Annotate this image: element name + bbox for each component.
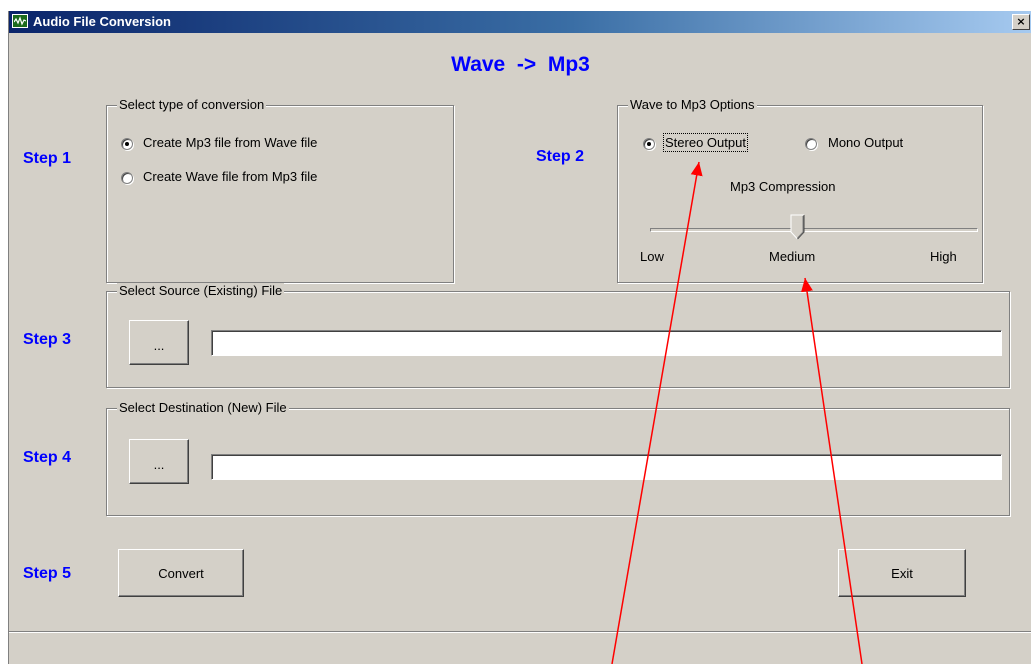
title-bar[interactable]: Audio File Conversion × xyxy=(9,11,1031,33)
page-heading: Wave -> Mp3 xyxy=(451,53,590,76)
stereo-output-label[interactable]: Stereo Output xyxy=(663,133,748,152)
compression-slider-track[interactable] xyxy=(650,228,978,232)
conversion-type-group: Select type of conversion Create Mp3 fil… xyxy=(106,97,454,283)
step-1-label: Step 1 xyxy=(23,150,72,167)
wave-from-mp3-radio[interactable] xyxy=(121,172,133,184)
destination-path-input[interactable] xyxy=(211,454,1002,480)
source-file-group: Select Source (Existing) File ... xyxy=(106,283,1010,388)
source-file-legend: Select Source (Existing) File xyxy=(117,283,285,298)
step-4-label: Step 4 xyxy=(23,449,72,466)
mono-output-radio[interactable] xyxy=(805,138,817,150)
conversion-type-legend: Select type of conversion xyxy=(117,97,267,112)
wave-from-mp3-label[interactable]: Create Wave file from Mp3 file xyxy=(143,169,317,184)
waveform-icon xyxy=(12,14,28,28)
destination-file-group: Select Destination (New) File ... xyxy=(106,400,1010,516)
step-5-label: Step 5 xyxy=(23,565,72,582)
compression-slider-thumb[interactable] xyxy=(790,214,806,240)
slider-medium-label: Medium xyxy=(769,249,816,264)
destination-browse-button[interactable]: ... xyxy=(129,439,189,484)
app-window: Audio File Conversion × Wave -> Mp3 Step… xyxy=(8,11,1031,664)
step-3-label: Step 3 xyxy=(23,331,72,348)
mp3-compression-label: Mp3 Compression xyxy=(730,179,836,194)
mp3-from-wave-radio[interactable] xyxy=(121,138,133,150)
source-browse-button[interactable]: ... xyxy=(129,320,189,365)
exit-button[interactable]: Exit xyxy=(838,549,966,597)
mono-output-label[interactable]: Mono Output xyxy=(828,135,903,150)
destination-file-legend: Select Destination (New) File xyxy=(117,400,289,415)
window-title: Audio File Conversion xyxy=(33,14,171,29)
slider-high-label: High xyxy=(930,249,957,264)
source-path-input[interactable] xyxy=(211,330,1002,356)
step-2-label: Step 2 xyxy=(536,148,585,165)
slider-low-label: Low xyxy=(640,249,664,264)
mp3-options-group: Wave to Mp3 Options Stereo Output Mono O… xyxy=(617,97,983,283)
close-button[interactable]: × xyxy=(1012,14,1030,30)
mp3-options-legend: Wave to Mp3 Options xyxy=(628,97,757,112)
status-bar xyxy=(9,631,1031,664)
mp3-from-wave-label[interactable]: Create Mp3 file from Wave file xyxy=(143,135,317,150)
convert-button[interactable]: Convert xyxy=(118,549,244,597)
stereo-output-radio[interactable] xyxy=(643,138,655,150)
